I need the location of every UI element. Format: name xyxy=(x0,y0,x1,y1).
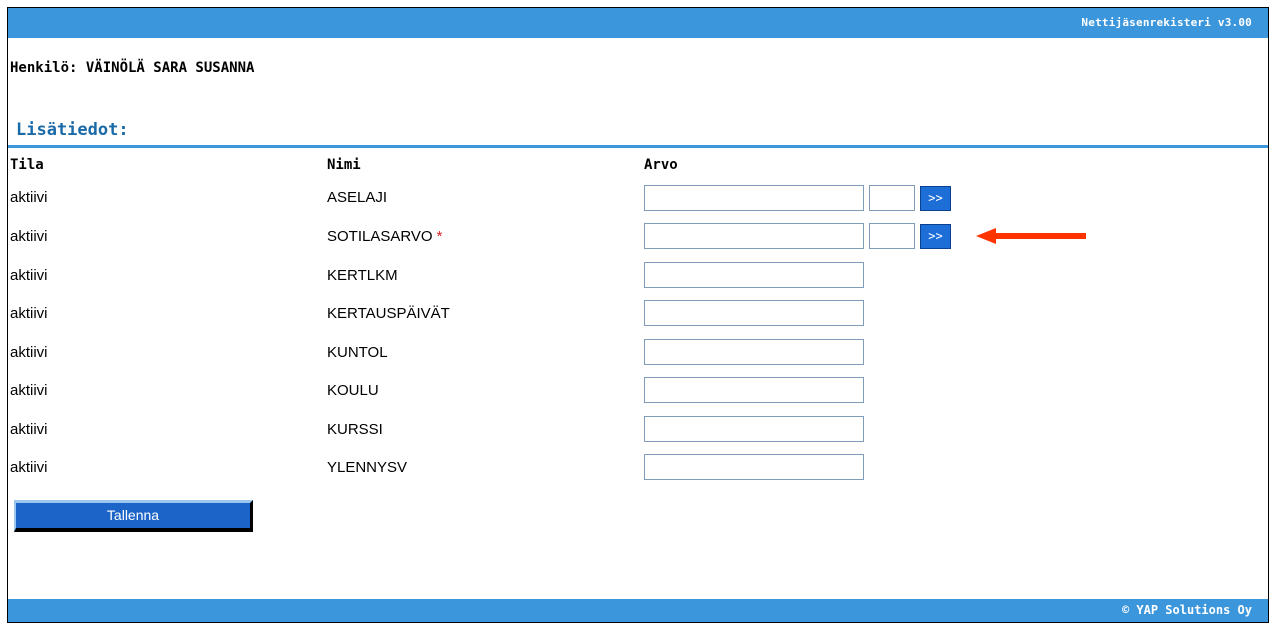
aselaji-code-input[interactable] xyxy=(869,185,915,211)
row-status: aktiivi xyxy=(10,421,48,438)
row-name: KERTAUSPÄIVÄT xyxy=(327,305,450,322)
row-status: aktiivi xyxy=(10,228,48,245)
top-bar: Nettijäsenrekisteri v3.00 xyxy=(8,8,1268,38)
row-name: KUNTOL xyxy=(327,344,388,361)
row-name: KOULU xyxy=(327,382,379,399)
section-divider xyxy=(8,145,1268,148)
row-name-label: SOTILASARVO xyxy=(327,228,433,245)
required-marker: * xyxy=(436,228,443,245)
sotilasarvo-value-input[interactable] xyxy=(644,223,864,249)
row-status: aktiivi xyxy=(10,267,48,284)
row-name: KERTLKM xyxy=(327,267,398,284)
column-header-tila: Tila xyxy=(10,157,44,173)
kurssi-value-input[interactable] xyxy=(644,416,864,442)
person-heading: Henkilö: VÄINÖLÄ SARA SUSANNA xyxy=(10,60,255,76)
left-arrow-icon xyxy=(976,228,1086,244)
column-header-nimi: Nimi xyxy=(327,157,361,173)
footer-copyright: © YAP Solutions Oy xyxy=(1121,603,1252,617)
row-name: YLENNYSV xyxy=(327,459,408,476)
column-header-arvo: Arvo xyxy=(644,157,678,173)
ylennysv-value-input[interactable] xyxy=(644,454,864,480)
row-status: aktiivi xyxy=(10,382,48,399)
row-status: aktiivi xyxy=(10,305,48,322)
kertauspaivat-value-input[interactable] xyxy=(644,300,864,326)
aselaji-value-input[interactable] xyxy=(644,185,864,211)
row-name: KURSSI xyxy=(327,421,383,438)
section-title: Lisätiedot: xyxy=(16,120,129,140)
row-status: aktiivi xyxy=(10,189,48,206)
row-name: SOTILASARVO * xyxy=(327,228,442,246)
row-status: aktiivi xyxy=(10,344,48,361)
kertlkm-value-input[interactable] xyxy=(644,262,864,288)
row-status: aktiivi xyxy=(10,459,48,476)
koulu-value-input[interactable] xyxy=(644,377,864,403)
kuntol-value-input[interactable] xyxy=(644,339,864,365)
app-title: Nettijäsenrekisteri v3.00 xyxy=(1081,16,1252,29)
row-name: ASELAJI xyxy=(327,189,388,206)
sotilasarvo-lookup-button[interactable]: >> xyxy=(920,224,951,249)
save-button[interactable]: Tallenna xyxy=(14,500,253,532)
sotilasarvo-code-input[interactable] xyxy=(869,223,915,249)
app-frame: Nettijäsenrekisteri v3.00 Henkilö: VÄINÖ… xyxy=(7,7,1269,623)
aselaji-lookup-button[interactable]: >> xyxy=(920,186,951,211)
footer-bar: © YAP Solutions Oy xyxy=(8,599,1268,622)
